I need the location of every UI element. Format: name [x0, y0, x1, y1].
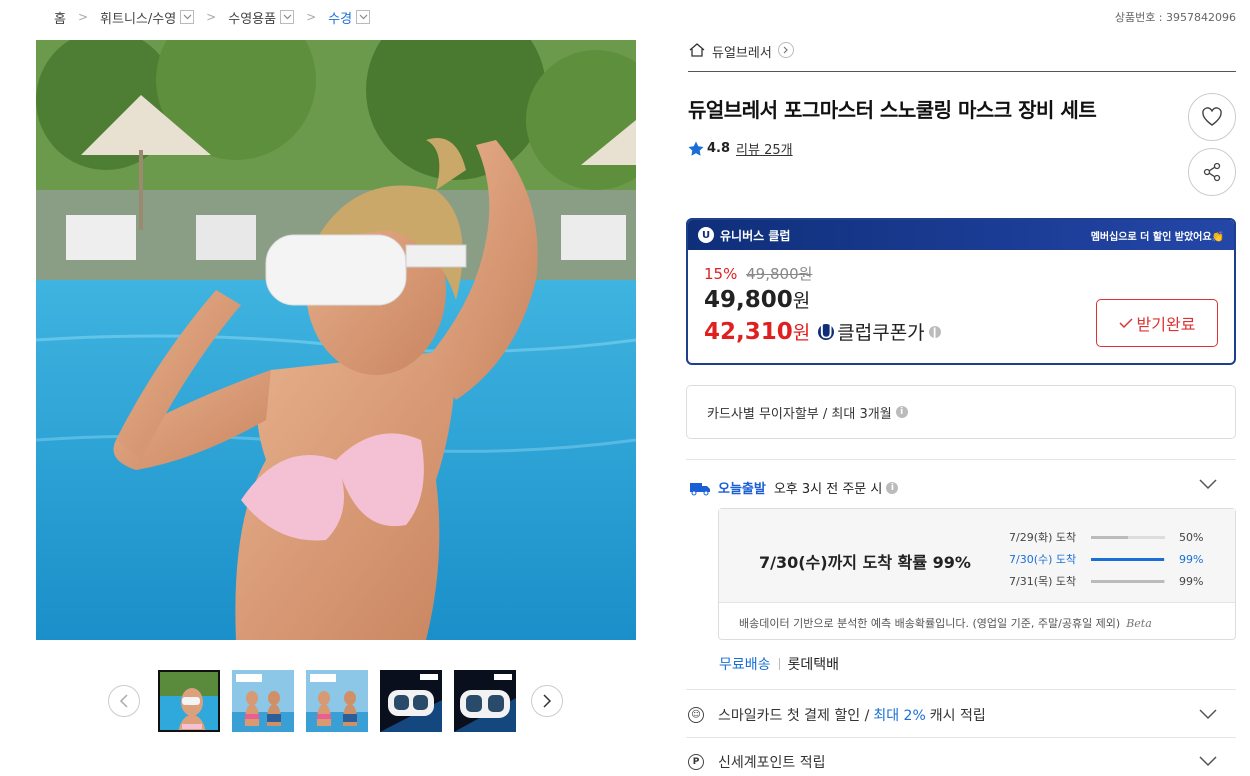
- chevron-down-icon[interactable]: [1198, 478, 1218, 490]
- product-rating: 4.8 리뷰 25개: [688, 139, 793, 158]
- breadcrumb-subcategory[interactable]: 수영용품: [228, 8, 276, 27]
- free-shipping: 무료배송: [719, 657, 771, 673]
- beta-label: Beta: [1126, 617, 1152, 630]
- chevron-left-icon: [119, 694, 128, 708]
- club-price-box: U 유니버스 클럽 멤버십으로 더 할인 받았어요👏 15% 49,800원 4…: [686, 218, 1236, 365]
- smile-icon: ☺: [688, 707, 704, 723]
- breadcrumb: 홈 > 휘트니스/수영 > 수영용품 > 수경: [54, 8, 371, 27]
- prob-bar-fill: [1091, 535, 1128, 539]
- breadcrumb-category[interactable]: 휘트니스/수영: [100, 8, 176, 27]
- info-icon[interactable]: i: [886, 481, 899, 494]
- thumbnail-prev-button[interactable]: [108, 685, 140, 717]
- universe-logo-icon: U: [698, 227, 714, 243]
- chevron-down-icon[interactable]: [1198, 755, 1218, 767]
- chevron-right-icon: [543, 694, 552, 708]
- share-icon: [1203, 162, 1221, 182]
- carrier-name: 롯데택배: [787, 657, 840, 673]
- original-price: 49,800원: [746, 265, 813, 283]
- chevron-down-icon[interactable]: [1198, 708, 1218, 720]
- truck-icon: [690, 482, 710, 495]
- discount-percent: 15%: [704, 265, 738, 283]
- divider: [686, 737, 1236, 738]
- club-header: U 유니버스 클럽 멤버십으로 더 할인 받았어요👏: [688, 220, 1234, 250]
- shipping-row: 무료배송 롯데택배: [719, 654, 839, 674]
- thumbnail-4[interactable]: [380, 670, 442, 732]
- divider: [686, 689, 1236, 690]
- chevron-right-icon[interactable]: [777, 42, 794, 58]
- universe-logo-icon: U: [818, 320, 835, 343]
- delivery-row[interactable]: 오늘출발 오후 3시 전 주문 시 i: [688, 478, 899, 497]
- breadcrumb-separator-icon: >: [206, 10, 217, 24]
- home-icon: [689, 43, 705, 57]
- breadcrumb-dropdown-icon[interactable]: [180, 10, 195, 24]
- breadcrumb-dropdown-icon[interactable]: [356, 10, 371, 24]
- review-link[interactable]: 리뷰 25개: [736, 139, 793, 158]
- breadcrumb-current[interactable]: 수경: [328, 8, 352, 27]
- check-icon: [1119, 318, 1133, 329]
- breadcrumb-separator-icon: >: [306, 10, 317, 24]
- delivery-headline: 7/30(수)까지 도착 확률 99%: [759, 553, 971, 572]
- brand-row[interactable]: 듀얼브레서: [688, 42, 1236, 72]
- prob-row-active: 7/30(수) 도착 99%: [1009, 552, 1204, 567]
- delivery-condition: 오후 3시 전 주문 시: [773, 482, 883, 497]
- thumbnail-5[interactable]: [454, 670, 516, 732]
- divider: [686, 459, 1236, 460]
- thumbnail-next-button[interactable]: [531, 685, 563, 717]
- prob-bar-fill: [1091, 579, 1165, 583]
- point-icon: P: [688, 754, 704, 770]
- wishlist-button[interactable]: [1188, 93, 1236, 141]
- benefit-shinsegae-point[interactable]: P 신세계포인트 적립: [688, 752, 826, 772]
- club-coupon-label: U 클럽쿠폰가 i: [818, 318, 941, 345]
- club-promo[interactable]: 멤버십으로 더 할인 받았어요👏: [1091, 228, 1224, 243]
- coupon-received-button[interactable]: 받기완료: [1096, 299, 1218, 347]
- sale-price: 49,800원: [704, 287, 811, 313]
- info-icon[interactable]: i: [895, 406, 908, 418]
- club-name: 유니버스 클럽: [720, 228, 791, 243]
- delivery-note: 배송데이터 기반으로 분석한 예측 배송확률입니다. (영업일 기준, 주말/공…: [739, 617, 1152, 630]
- prob-row: 7/31(목) 도착 99%: [1009, 574, 1204, 589]
- product-number: 상품번호 : 3957842096: [1114, 11, 1236, 24]
- info-icon[interactable]: i: [928, 321, 941, 343]
- breadcrumb-separator-icon: >: [77, 10, 89, 24]
- thumbnail-3[interactable]: [306, 670, 368, 732]
- thumbnail-2[interactable]: [232, 670, 294, 732]
- card-installment-box: 카드사별 무이자할부 / 최대 3개월 i: [686, 385, 1236, 439]
- benefit-smilecard[interactable]: ☺ 스마일카드 첫 결제 할인 / 최대 2% 캐시 적립: [688, 705, 986, 725]
- breadcrumb-home[interactable]: 홈: [54, 8, 66, 27]
- delivery-probability-box: 7/30(수)까지 도착 확률 99% 7/29(화) 도착 50% 7/30(…: [718, 508, 1236, 640]
- product-main-image[interactable]: [36, 40, 636, 640]
- prob-bar-fill: [1091, 557, 1165, 561]
- discount-line: 15% 49,800원: [704, 263, 812, 284]
- prob-row: 7/29(화) 도착 50%: [1009, 530, 1204, 545]
- today-ship-badge: 오늘출발: [718, 482, 766, 497]
- brand-name[interactable]: 듀얼브레서: [712, 42, 772, 61]
- club-price: 42,310 원 U 클럽쿠폰가 i: [704, 318, 941, 345]
- card-installment-text: 카드사별 무이자할부 / 최대 3개월: [707, 406, 892, 422]
- rating-score: 4.8: [707, 141, 731, 156]
- breadcrumb-dropdown-icon[interactable]: [280, 10, 295, 24]
- product-title: 듀얼브레서 포그마스터 스노쿨링 마스크 장비 세트: [688, 98, 1097, 122]
- share-button[interactable]: [1188, 148, 1236, 196]
- heart-icon: [1202, 107, 1222, 126]
- thumbnail-1[interactable]: [158, 670, 220, 732]
- star-icon: [688, 141, 704, 156]
